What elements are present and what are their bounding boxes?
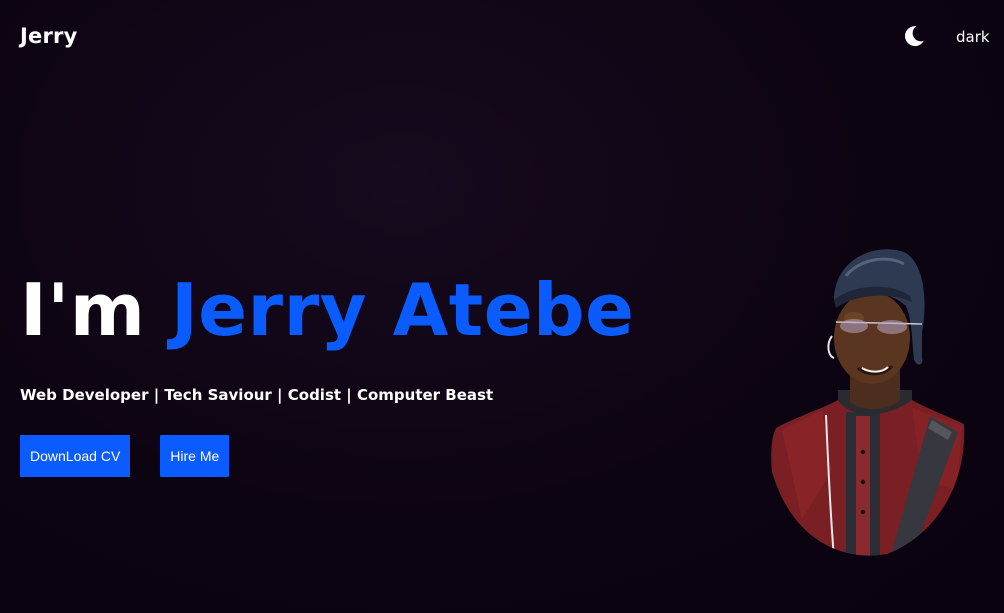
hero-tagline: Web Developer | Tech Saviour | Codist | … xyxy=(20,386,494,404)
portrait-body xyxy=(771,390,965,556)
hero-headline: I'm Jerry Atebe xyxy=(20,260,720,360)
theme-toggle[interactable]: dark xyxy=(900,24,1000,52)
hero-actions: DownLoad CV Hire Me xyxy=(20,435,230,477)
portrait-head xyxy=(827,249,925,410)
profile-photo xyxy=(771,249,965,556)
headline-name: Jerry Atebe xyxy=(170,268,635,352)
theme-label[interactable]: dark xyxy=(956,28,990,46)
headline-prefix: I'm xyxy=(20,268,146,352)
site-logo[interactable]: Jerry xyxy=(20,24,77,48)
moon-icon[interactable] xyxy=(902,24,926,48)
hire-me-button[interactable]: Hire Me xyxy=(160,435,230,477)
hero-section: I'm Jerry Atebe Web Developer | Tech Sav… xyxy=(20,260,720,477)
download-cv-button[interactable]: DownLoad CV xyxy=(20,435,131,477)
navbar: Jerry dark xyxy=(0,0,1004,76)
